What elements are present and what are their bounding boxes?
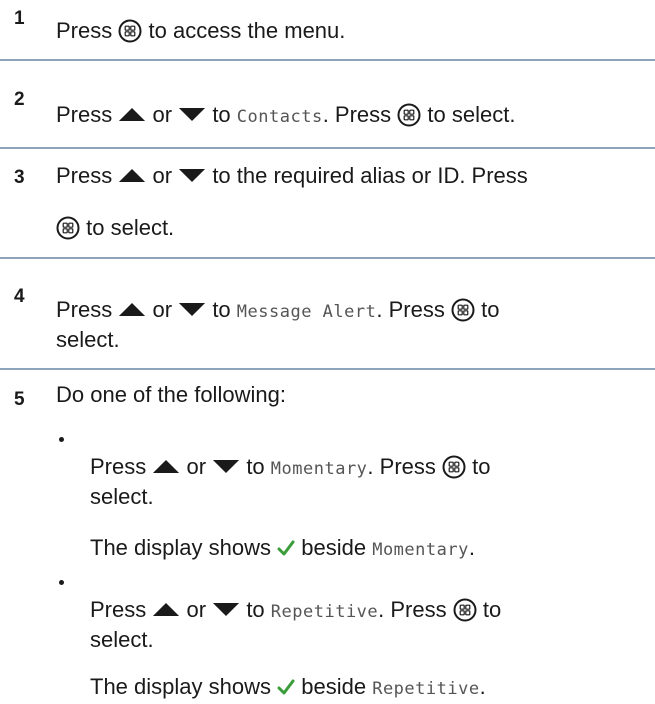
step-number: 1 [14,8,25,29]
up-arrow-icon [118,107,146,122]
down-arrow-icon [178,168,206,183]
step-text: Press or to Contacts. Press to select. [56,102,516,127]
divider [0,257,655,259]
checkmark-icon [277,678,295,696]
menu-target: Momentary [270,459,368,479]
step-text-line2: select. [56,327,120,352]
menu-target: Contacts [236,107,323,127]
divider [0,59,655,61]
checkmark-icon [277,539,295,557]
menu-ok-button-icon [56,216,80,240]
down-arrow-icon [212,602,240,617]
down-arrow-icon [178,302,206,317]
menu-ok-button-icon [118,19,142,43]
step-number: 5 [14,389,25,410]
option-text: Press or to Momentary. Press to [90,454,491,479]
step-text: Do one of the following: [56,382,286,407]
step-number: 4 [14,286,25,307]
menu-target: Repetitive [270,602,379,622]
step-number: 3 [14,167,25,188]
divider [0,368,655,370]
down-arrow-icon [212,459,240,474]
step-text: Press or to Message Alert. Press to [56,297,500,322]
step-number: 2 [14,89,25,110]
bullet [59,437,64,442]
menu-ok-button-icon [397,103,421,127]
menu-ok-button-icon [451,298,475,322]
divider [0,147,655,149]
menu-target: Message Alert [236,302,377,322]
menu-ok-button-icon [442,455,466,479]
menu-target: Repetitive [372,679,480,699]
menu-ok-button-icon [453,598,477,622]
step-text: Press or to the required alias or ID. Pr… [56,163,528,188]
up-arrow-icon [118,302,146,317]
down-arrow-icon [178,107,206,122]
up-arrow-icon [118,168,146,183]
up-arrow-icon [152,602,180,617]
bullet [59,580,64,585]
option-result: The display shows beside Momentary. [90,535,475,560]
option-text-line2: select. [90,627,154,652]
option-text: Press or to Repetitive. Press to [90,597,502,622]
option-text-line2: select. [90,484,154,509]
menu-target: Momentary [372,540,469,560]
up-arrow-icon [152,459,180,474]
option-result: The display shows beside Repetitive. [90,674,486,699]
step-text: Press to access the menu. [56,18,346,43]
step-text-line2: to select. [56,213,174,243]
